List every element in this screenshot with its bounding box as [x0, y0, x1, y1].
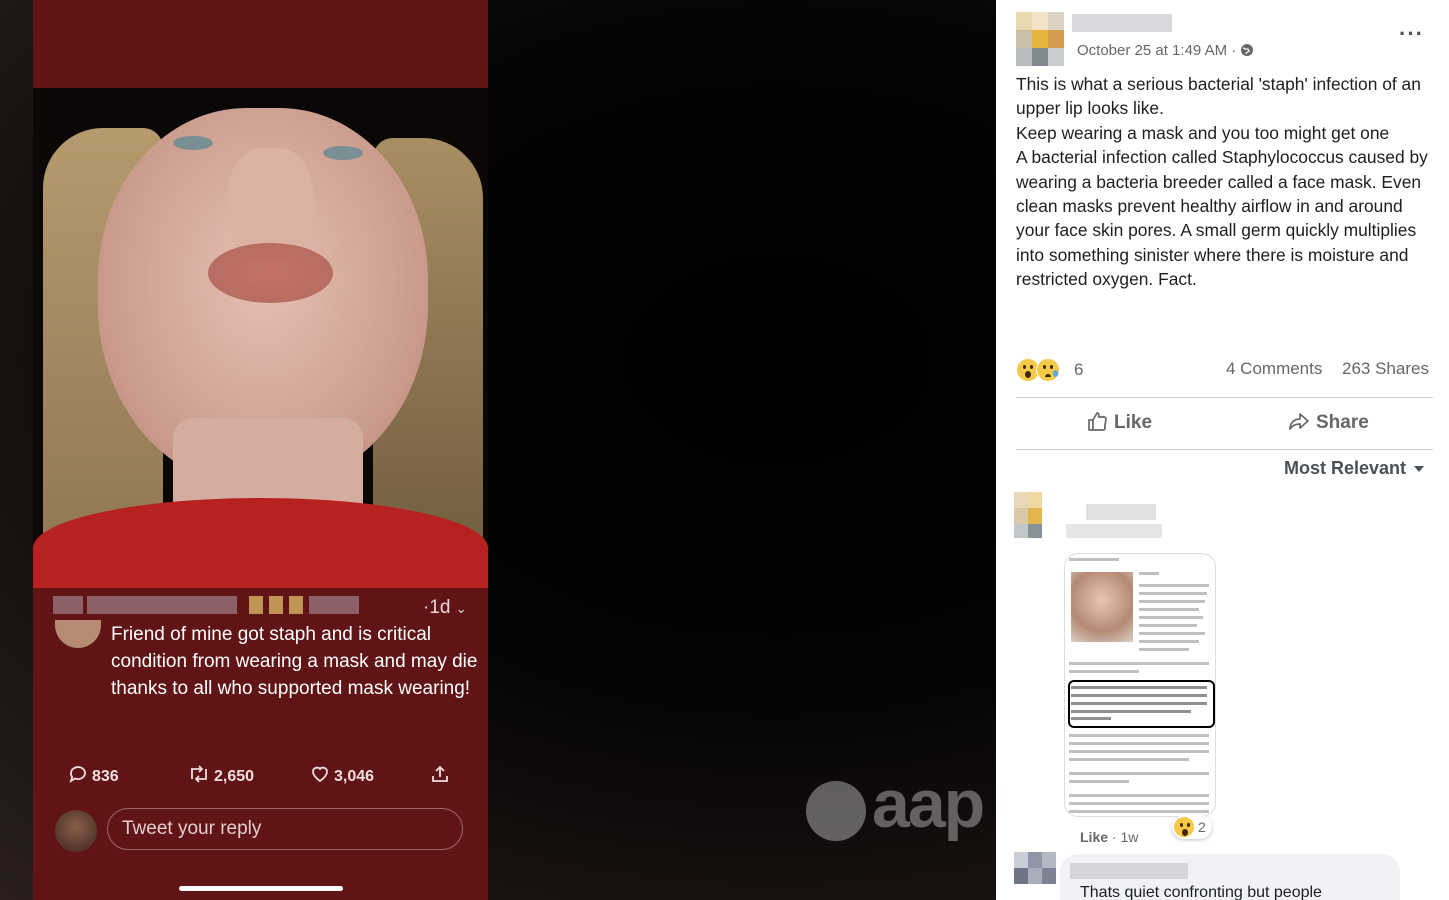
commenter-avatar-redacted[interactable]	[1014, 852, 1056, 898]
shares-count[interactable]: 263 Shares	[1342, 359, 1429, 379]
chevron-down-icon[interactable]: ⌄	[456, 601, 467, 616]
tweet-photo	[33, 88, 488, 588]
comment-actions: Like · 1w	[1080, 829, 1138, 845]
author-name-redacted[interactable]	[1072, 14, 1178, 34]
home-indicator	[179, 886, 343, 891]
comments-count[interactable]: 4 Comments	[1226, 359, 1322, 379]
divider	[1016, 397, 1433, 398]
highlighted-passage	[1068, 680, 1215, 728]
tweet-time: ·1d ⌄	[423, 597, 467, 618]
commenter-avatar-redacted[interactable]	[1014, 492, 1056, 538]
tweet-text: Friend of mine got staph and is critical…	[111, 624, 478, 699]
comment-like-button[interactable]: Like	[1080, 829, 1108, 845]
reply-button[interactable]: 836	[68, 764, 119, 786]
commenter-name-redacted[interactable]	[1070, 862, 1190, 882]
facebook-post-panel: October 25 at 1:49 AM · ··· This is what…	[996, 0, 1449, 900]
article-portrait	[1071, 572, 1133, 642]
comment-image-attachment[interactable]	[1064, 553, 1216, 817]
reaction-count[interactable]: 6	[1074, 360, 1083, 380]
comment-age: · 1w	[1108, 829, 1139, 845]
wow-reaction-icon	[1174, 817, 1194, 837]
comment-bubble: Thats quiet confronting but people	[1060, 854, 1400, 900]
retweet-button[interactable]: 2,650	[188, 764, 254, 786]
like-tweet-button[interactable]: 3,046	[310, 764, 374, 786]
upload-icon	[432, 765, 448, 782]
share-arrow-icon	[1289, 413, 1309, 430]
comment-sort-dropdown[interactable]: Most Relevant	[1284, 458, 1425, 479]
post-timestamp[interactable]: October 25 at 1:49 AM ·	[1077, 42, 1254, 59]
reply-avatar	[55, 810, 97, 852]
comment-reaction-badge[interactable]: 2	[1172, 815, 1212, 839]
share-button[interactable]: Share	[1288, 410, 1369, 434]
more-options-button[interactable]: ···	[1399, 23, 1424, 45]
post-body: This is what a serious bacterial 'staph'…	[1016, 72, 1441, 292]
tweet-avatar[interactable]	[55, 620, 101, 648]
tweet-reply-input[interactable]: Tweet your reply	[107, 808, 463, 850]
retweet-icon	[191, 765, 207, 783]
commenter-name-redacted[interactable]	[1066, 504, 1166, 544]
reply-icon	[69, 766, 86, 784]
post-paragraph: A bacterial infection called Staphylococ…	[1016, 147, 1428, 290]
media-viewer: ·1d ⌄ Friend of mine got staph and is cr…	[0, 0, 996, 900]
caret-down-icon	[1414, 466, 1425, 472]
aap-logo-icon	[806, 781, 866, 841]
divider	[1016, 449, 1433, 450]
like-button[interactable]: Like	[1086, 410, 1152, 434]
tweet-screenshot: ·1d ⌄ Friend of mine got staph and is cr…	[33, 0, 488, 900]
globe-icon	[1241, 44, 1254, 56]
heart-icon	[312, 766, 328, 783]
post-paragraph: This is what a serious bacterial 'staph'…	[1016, 74, 1421, 119]
tweet-author-redacted	[53, 596, 359, 616]
thumbs-up-icon	[1088, 412, 1107, 431]
aap-watermark: aap	[806, 766, 996, 850]
comment-text: Thats quiet confronting but people	[1080, 884, 1322, 900]
post-paragraph: Keep wearing a mask and you too might ge…	[1016, 122, 1390, 143]
sad-reaction-icon	[1036, 358, 1060, 382]
author-avatar-redacted[interactable]	[1016, 12, 1064, 66]
share-tweet-button[interactable]	[430, 764, 454, 786]
